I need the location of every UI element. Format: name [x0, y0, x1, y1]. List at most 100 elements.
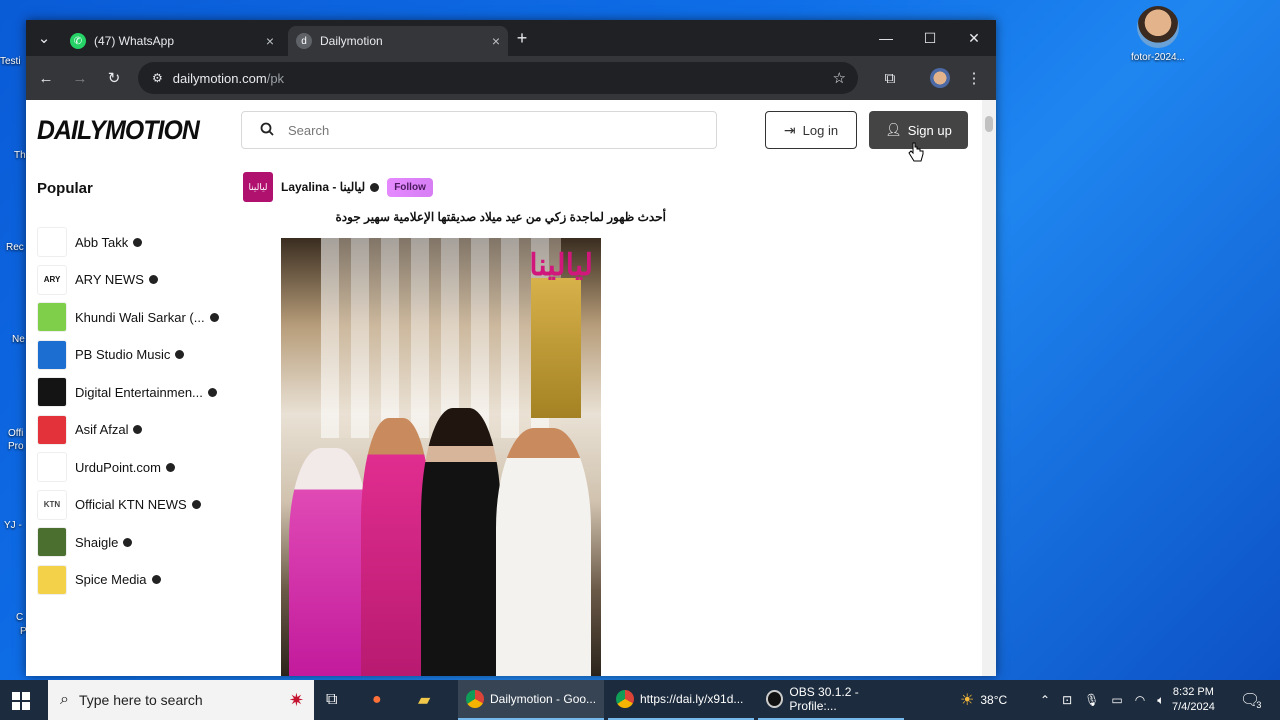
- popular-channel-item[interactable]: UrduPoint.com: [37, 451, 237, 483]
- channel-name: Official KTN NEWS: [75, 497, 187, 512]
- channel-avatar: [37, 227, 67, 257]
- desktop-icon-fragment[interactable]: C: [16, 612, 23, 623]
- minimize-button[interactable]: —: [864, 20, 908, 56]
- desktop-icon-fragment[interactable]: Offi: [8, 428, 23, 439]
- desktop-icon-fragment[interactable]: Th: [14, 150, 26, 161]
- weather-sun-icon: ☀: [960, 692, 975, 709]
- windows-start-button[interactable]: [12, 692, 30, 710]
- desktop-icon-fotor[interactable]: fotor-2024...: [1122, 6, 1194, 63]
- battery-icon[interactable]: ▭: [1111, 693, 1122, 707]
- popular-channel-item[interactable]: Abb Takk: [37, 226, 237, 258]
- search-icon: [260, 122, 274, 139]
- clock[interactable]: 8:32 PM 7/4/2024: [1172, 680, 1215, 720]
- verified-check-icon: [165, 462, 175, 472]
- video-title-link[interactable]: أحدث ظهور لماجدة زكي من عيد ميلاد صديقته…: [281, 210, 667, 224]
- desktop-icon-fragment[interactable]: Ne: [12, 334, 25, 345]
- firefox-icon[interactable]: ●: [372, 680, 398, 720]
- popular-channel-item[interactable]: ARY ARY NEWS: [37, 264, 237, 296]
- close-window-button[interactable]: ✕: [952, 20, 996, 56]
- follow-button[interactable]: Follow: [387, 177, 433, 197]
- desktop-icon-label: fotor-2024...: [1131, 52, 1185, 63]
- channel-avatar: [37, 527, 67, 557]
- signup-label: Sign up: [907, 122, 952, 138]
- channel-name: Khundi Wali Sarkar (...: [75, 309, 205, 325]
- mouse-cursor-hand-icon: [908, 142, 924, 162]
- desktop-icon-fragment[interactable]: Rec: [6, 242, 24, 253]
- desktop-icon-fragment[interactable]: YJ -: [4, 520, 22, 531]
- verified-check-icon: [123, 537, 133, 547]
- popular-channel-item[interactable]: Spice Media: [37, 564, 237, 596]
- profile-avatar-icon[interactable]: [930, 68, 950, 88]
- verified-check-icon: [133, 425, 143, 434]
- verified-check-icon: [209, 312, 219, 322]
- channel-name: ARY NEWS: [75, 272, 144, 287]
- person-figure: [421, 408, 501, 676]
- maximize-button[interactable]: ☐: [908, 20, 952, 56]
- dailymotion-favicon-icon: d: [296, 33, 312, 49]
- popular-channel-item[interactable]: GP PB Studio Music: [37, 339, 237, 371]
- popular-channel-item[interactable]: Digital Entertainmen...: [37, 376, 237, 408]
- close-tab-icon[interactable]: ×: [492, 33, 500, 49]
- video-thumbnail[interactable]: ليالينا: [281, 238, 601, 676]
- popular-channel-item[interactable]: KTN Official KTN NEWS: [37, 489, 237, 521]
- clock-date: 7/4/2024: [1172, 701, 1215, 713]
- channel-name: PB Studio Music: [75, 347, 171, 362]
- search-input[interactable]: Search: [241, 111, 717, 149]
- new-tab-button[interactable]: +: [512, 28, 532, 48]
- taskbar-app-daily-link[interactable]: https://dai.ly/x91d...: [608, 680, 754, 720]
- tab-dailymotion[interactable]: d Dailymotion ×: [288, 26, 508, 56]
- reload-icon[interactable]: ↻: [104, 68, 124, 88]
- url-path: /pk: [266, 70, 285, 86]
- channel-name: Digital Entertainmen...: [75, 384, 203, 400]
- popular-channel-item[interactable]: Asif Afzal: [37, 414, 237, 446]
- search-icon: ⌕: [60, 691, 69, 708]
- notifications-button[interactable]: 🗨︎ 3: [1240, 680, 1261, 720]
- taskbar-app-label: https://dai.ly/x91d...: [640, 692, 744, 706]
- popular-channel-item[interactable]: Shaigle: [37, 526, 237, 558]
- wifi-icon[interactable]: ◠: [1135, 693, 1145, 707]
- search-placeholder: Search: [288, 122, 330, 138]
- weather-widget[interactable]: ☀ 38°C: [960, 680, 1007, 720]
- tab-label: (47) WhatsApp: [94, 34, 175, 48]
- channel-name: Spice Media: [75, 572, 147, 587]
- popular-channel-item[interactable]: Khundi Wali Sarkar (...: [37, 301, 237, 333]
- site-settings-icon[interactable]: ⚙: [152, 71, 163, 85]
- owner-avatar[interactable]: ليالينا: [243, 172, 273, 202]
- channel-name: UrduPoint.com: [75, 459, 161, 475]
- browser-toolbar: ← → ↻ ⚙ dailymotion.com /pk ☆ ⧉ ⋮: [26, 56, 996, 100]
- file-explorer-icon[interactable]: ▰: [418, 680, 444, 720]
- channel-avatar: [37, 564, 67, 595]
- dailymotion-logo[interactable]: DAILYMOTION: [37, 115, 200, 146]
- desktop-icon-fragment[interactable]: Pro: [8, 441, 24, 452]
- task-view-icon[interactable]: ⧉: [326, 680, 350, 720]
- verified-check-icon: [148, 275, 158, 284]
- microphone-icon[interactable]: 🎙︎: [1084, 693, 1099, 707]
- close-tab-icon[interactable]: ×: [266, 33, 274, 49]
- user-icon: 👤︎: [885, 122, 902, 137]
- tab-whatsapp[interactable]: ✆ (47) WhatsApp ×: [62, 26, 282, 56]
- usb-icon[interactable]: ⊡: [1062, 693, 1072, 707]
- tab-search-chevron-icon[interactable]: ⌄: [34, 28, 54, 48]
- menu-kebab-icon[interactable]: ⋮: [964, 68, 984, 88]
- taskbar-app-obs[interactable]: OBS 30.1.2 - Profile:...: [758, 680, 904, 720]
- login-button[interactable]: ⇥ Log in: [765, 111, 857, 149]
- extensions-puzzle-icon[interactable]: ⧉: [880, 68, 900, 88]
- scrollbar-thumb[interactable]: [985, 116, 993, 132]
- bookmark-star-icon[interactable]: ☆: [833, 69, 846, 87]
- address-bar[interactable]: ⚙ dailymotion.com /pk ☆: [138, 62, 858, 94]
- channel-name: Shaigle: [75, 534, 119, 550]
- channel-name: Asif Afzal: [75, 422, 129, 437]
- back-arrow-icon[interactable]: ←: [36, 68, 56, 88]
- taskbar-search-input[interactable]: ⌕ Type here to search ✷: [48, 680, 314, 720]
- channel-avatar: [37, 414, 67, 445]
- desktop-icon-fragment[interactable]: Testi: [0, 56, 21, 67]
- taskbar-app-label: OBS 30.1.2 - Profile:...: [789, 685, 859, 713]
- chevron-up-icon[interactable]: ⌃: [1040, 693, 1050, 707]
- owner-name-link[interactable]: Layalina - ليالينا: [281, 180, 365, 194]
- tab-label: Dailymotion: [320, 34, 383, 48]
- volume-icon[interactable]: 🔈︎: [1157, 693, 1164, 708]
- page-scrollbar[interactable]: [982, 100, 996, 676]
- taskbar-app-dailymotion[interactable]: Dailymotion - Goo...: [458, 680, 604, 720]
- forward-arrow-icon[interactable]: →: [70, 68, 90, 88]
- verified-check-icon: [191, 500, 201, 509]
